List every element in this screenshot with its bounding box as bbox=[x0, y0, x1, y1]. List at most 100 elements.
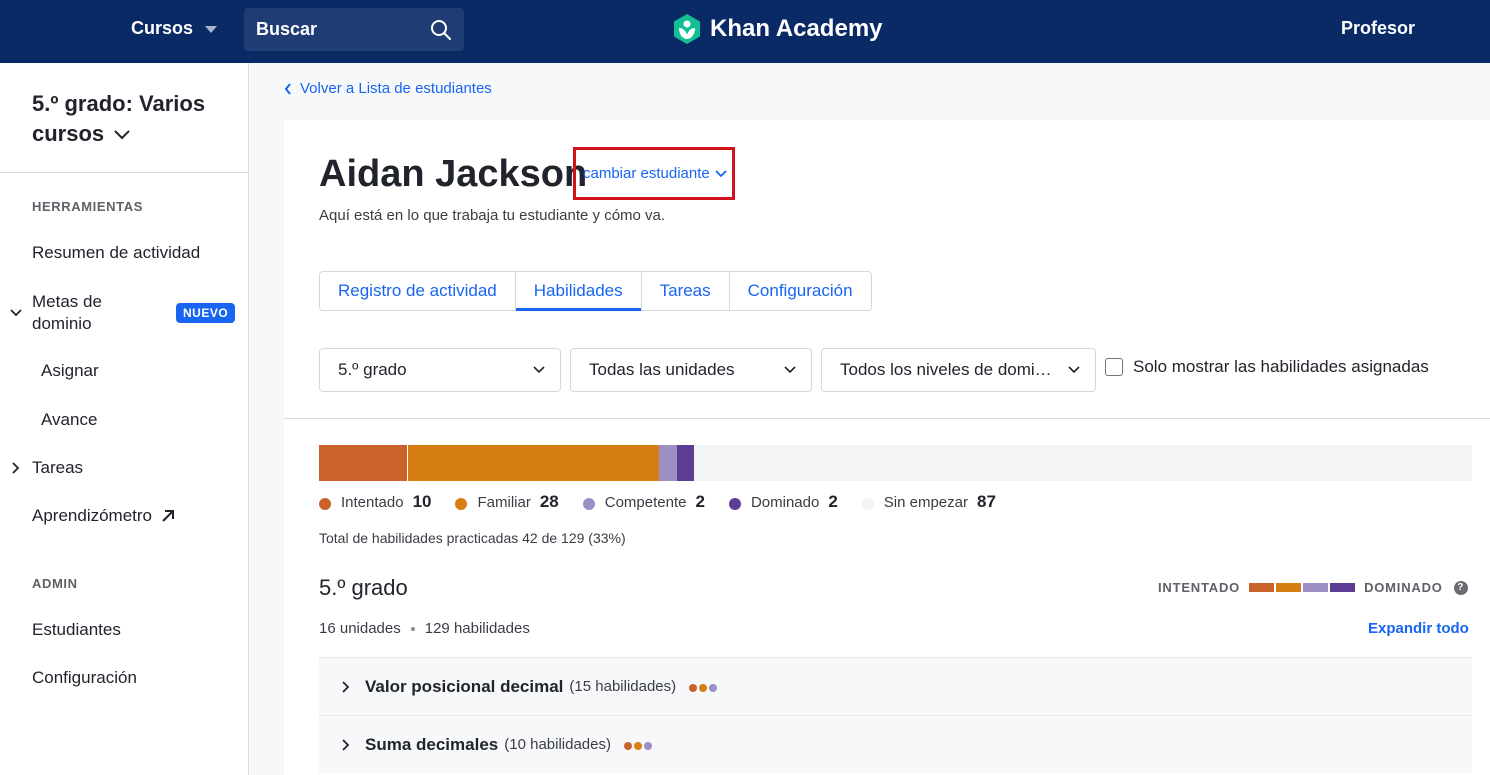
tab-skills[interactable]: Habilidades bbox=[515, 272, 642, 311]
units-select-value: Todas las unidades bbox=[589, 360, 735, 379]
legend-label: Competente bbox=[604, 493, 687, 511]
unit-name: Valor posicional decimal bbox=[365, 676, 564, 696]
legend-count: 2 bbox=[695, 492, 705, 511]
grade-section-title: 5.º grado bbox=[319, 575, 408, 600]
tools-section-label: HERRAMIENTAS bbox=[32, 199, 143, 214]
courses-menu-button[interactable]: Cursos bbox=[131, 18, 218, 39]
sidebar-item-students[interactable]: Estudiantes bbox=[32, 620, 121, 640]
khan-academy-logo[interactable]: Khan Academy bbox=[672, 13, 883, 45]
back-link-label: Volver a Lista de estudiantes bbox=[300, 80, 492, 97]
chevron-right-icon bbox=[342, 738, 350, 751]
top-navigation-bar: Cursos Buscar Khan Academy Profesor bbox=[0, 0, 1490, 63]
class-selector[interactable]: 5.º grado: Varios cursos bbox=[32, 89, 232, 149]
student-name: Aidan Jackson bbox=[319, 153, 588, 195]
legend-dot bbox=[582, 498, 595, 510]
mastery-levels-select[interactable]: Todos los niveles de domi… bbox=[821, 348, 1096, 392]
mastery-dot bbox=[644, 741, 652, 750]
khan-academy-leaf-icon bbox=[674, 14, 700, 44]
help-icon[interactable]: ? bbox=[1453, 580, 1468, 595]
change-student-dropdown[interactable]: cambiar estudiante bbox=[573, 147, 735, 200]
caret-down-icon bbox=[205, 26, 218, 33]
legend-dot bbox=[455, 498, 468, 510]
account-menu-button[interactable]: Profesor bbox=[1341, 18, 1415, 39]
legend-dot bbox=[319, 498, 331, 510]
sidebar-item-activity-summary[interactable]: Resumen de actividad bbox=[32, 243, 200, 263]
tab-assignments[interactable]: Tareas bbox=[642, 272, 730, 310]
legend-dot bbox=[728, 498, 741, 510]
expand-all-button[interactable]: Expandir todo bbox=[1368, 620, 1469, 637]
scale-segment-proficient bbox=[1303, 583, 1329, 592]
report-tabs: Registro de actividad Habilidades Tareas… bbox=[319, 271, 872, 311]
chevron-down-icon bbox=[784, 366, 796, 374]
legend-item-familiar: Familiar 28 bbox=[455, 492, 559, 512]
chevron-down-icon[interactable] bbox=[9, 306, 23, 320]
mastery-dot bbox=[624, 741, 632, 750]
mastery-progress-bar bbox=[319, 445, 1472, 481]
search-box[interactable]: Buscar bbox=[244, 8, 464, 51]
grade-section-meta: 16 unidades 129 habilidades bbox=[319, 620, 530, 637]
units-select[interactable]: Todas las unidades bbox=[570, 348, 812, 392]
scale-low-label: INTENTADO bbox=[1158, 580, 1241, 595]
grade-select-value: 5.º grado bbox=[338, 360, 407, 379]
sidebar-divider bbox=[0, 172, 249, 173]
bar-segment-attempted bbox=[319, 445, 409, 481]
skills-count: 129 habilidades bbox=[424, 620, 530, 637]
only-assigned-checkbox[interactable] bbox=[1105, 358, 1123, 376]
sidebar-item-tasks[interactable]: Tareas bbox=[32, 458, 83, 478]
bar-segment-proficient bbox=[658, 445, 677, 481]
legend-label: Intentado bbox=[341, 493, 404, 511]
legend-count: 10 bbox=[412, 492, 432, 511]
legend-count: 2 bbox=[828, 492, 838, 511]
mastery-dot bbox=[699, 683, 708, 692]
sidebar-item-mastery-goals[interactable]: Metas de dominio bbox=[32, 291, 152, 335]
external-link-icon bbox=[162, 510, 175, 522]
student-report-panel: Aidan Jackson cambiar estudiante Aquí es… bbox=[284, 120, 1490, 775]
tab-activity-log[interactable]: Registro de actividad bbox=[320, 272, 516, 310]
unit-row[interactable]: Suma decimales (10 habilidades) bbox=[319, 715, 1472, 773]
unit-row[interactable]: Valor posicional decimal (15 habilidades… bbox=[319, 657, 1472, 715]
back-to-students-link[interactable]: Volver a Lista de estudiantes bbox=[284, 80, 492, 97]
bar-segment-mastered bbox=[676, 445, 695, 481]
legend-count: 87 bbox=[977, 492, 996, 511]
sidebar-item-progress[interactable]: Avance bbox=[41, 410, 97, 430]
mastery-dot bbox=[634, 741, 642, 750]
legend-count: 28 bbox=[539, 492, 559, 511]
bar-segment-familiar bbox=[408, 445, 659, 481]
section-divider bbox=[284, 418, 1490, 419]
scale-high-label: DOMINADO bbox=[1364, 580, 1443, 595]
admin-section-label: ADMIN bbox=[32, 576, 78, 591]
sidebar-item-assign[interactable]: Asignar bbox=[41, 361, 99, 381]
only-assigned-label: Solo mostrar las habilidades asignadas bbox=[1133, 357, 1429, 376]
legend-label: Sin empezar bbox=[883, 493, 968, 511]
mastery-dot bbox=[709, 683, 718, 692]
mastery-dot bbox=[689, 683, 698, 692]
legend-item-proficient: Competente 2 bbox=[582, 492, 705, 512]
chevron-down-icon bbox=[114, 130, 130, 140]
legend-dot bbox=[861, 498, 874, 510]
mastery-legend: Intentado 10 Familiar 28 Competente 2 Dominado… bbox=[319, 492, 1020, 512]
change-student-label: cambiar estudiante bbox=[583, 165, 710, 182]
separator-dot bbox=[410, 626, 415, 631]
learnometer-label: Aprendizómetro bbox=[32, 506, 153, 525]
legend-item-attempted: Intentado 10 bbox=[319, 492, 431, 512]
sidebar-item-learnometer[interactable]: Aprendizómetro bbox=[32, 506, 176, 526]
chevron-right-icon[interactable] bbox=[9, 461, 23, 475]
unit-name: Suma decimales bbox=[365, 734, 499, 754]
levels-select-value: Todos los niveles de domi… bbox=[840, 360, 1052, 379]
unit-skill-count: (15 habilidades) bbox=[569, 678, 677, 695]
unit-skill-count: (10 habilidades) bbox=[504, 736, 611, 753]
mastery-scale: INTENTADO DOMINADO ? bbox=[1158, 580, 1468, 595]
sidebar: 5.º grado: Varios cursos HERRAMIENTAS Re… bbox=[0, 63, 249, 775]
chevron-right-icon bbox=[342, 680, 350, 693]
tab-settings[interactable]: Configuración bbox=[730, 272, 871, 310]
new-badge: NUEVO bbox=[176, 303, 236, 323]
chevron-down-icon bbox=[715, 169, 727, 177]
sidebar-item-settings[interactable]: Configuración bbox=[32, 668, 137, 688]
units-count: 16 unidades bbox=[319, 620, 401, 637]
grade-select[interactable]: 5.º grado bbox=[319, 348, 561, 392]
scale-segment-mastered bbox=[1330, 583, 1356, 592]
legend-item-mastered: Dominado 2 bbox=[728, 492, 838, 512]
unit-mastery-dots bbox=[689, 683, 718, 692]
skills-practiced-total: Total de habilidades practicadas 42 de 1… bbox=[319, 530, 626, 546]
unit-mastery-dots bbox=[624, 741, 652, 750]
